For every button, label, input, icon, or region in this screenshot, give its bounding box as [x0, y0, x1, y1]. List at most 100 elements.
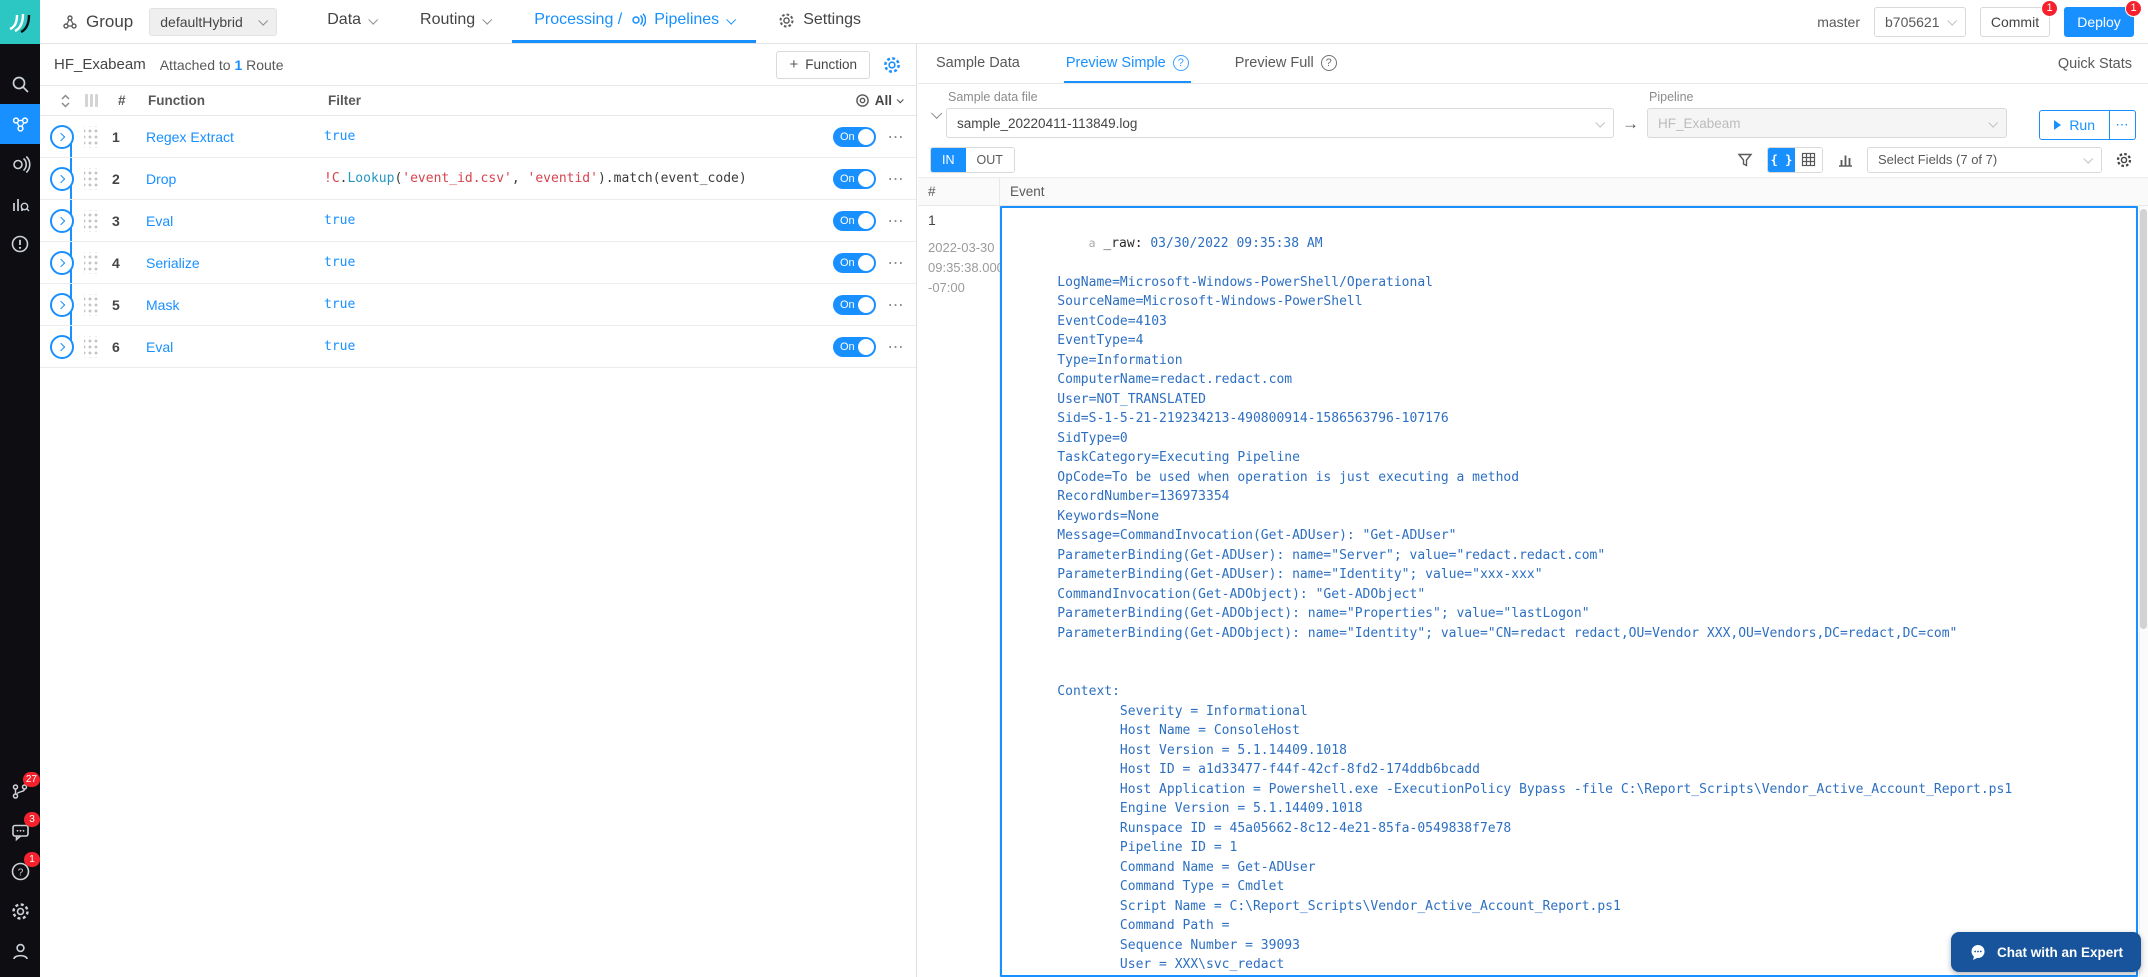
- drag-handle[interactable]: [84, 293, 98, 316]
- sidebar-item-git[interactable]: 27: [0, 771, 40, 811]
- sidebar-item-pipelines[interactable]: [0, 104, 40, 144]
- pipeline-settings-gear-icon[interactable]: [882, 55, 902, 75]
- expand-function-button[interactable]: [50, 250, 74, 275]
- commit-id-select[interactable]: b705621: [1874, 6, 1966, 37]
- gear-icon: [10, 901, 31, 922]
- group-select[interactable]: defaultHybrid: [149, 7, 278, 36]
- nav-routing[interactable]: Routing: [398, 0, 512, 43]
- chart-view-icon[interactable]: [1833, 148, 1857, 172]
- grid-header-event: Event: [1010, 184, 1045, 199]
- run-button[interactable]: Run: [2039, 110, 2110, 140]
- row-menu-button[interactable]: ⋯: [876, 337, 916, 357]
- drag-handle[interactable]: [84, 167, 98, 190]
- drag-handle[interactable]: [84, 125, 98, 148]
- quick-stats-link[interactable]: Quick Stats: [2058, 44, 2132, 83]
- scrollbar-thumb[interactable]: [2140, 209, 2147, 629]
- expand-function-button[interactable]: [50, 292, 74, 317]
- sidebar-item-profile[interactable]: [0, 931, 40, 971]
- table-view-button[interactable]: [1795, 147, 1822, 172]
- sidebar-item-chat[interactable]: 3: [0, 811, 40, 851]
- pipeline-select[interactable]: HF_Exabeam: [1647, 108, 2007, 138]
- function-on-toggle[interactable]: On: [833, 294, 876, 315]
- nav-data[interactable]: Data: [305, 0, 398, 43]
- row-menu-button[interactable]: ⋯: [876, 211, 916, 231]
- function-name[interactable]: Eval: [146, 339, 324, 355]
- raw-field-line: a _raw: 03/30/2022 09:35:38 AM: [1026, 214, 2128, 273]
- preview-tabs: Sample Data Preview Simple ? Preview Ful…: [918, 44, 2148, 84]
- log-line: Message=CommandInvocation(Get-ADUser): "…: [1026, 528, 1457, 543]
- function-on-toggle[interactable]: On: [833, 252, 876, 273]
- cribl-logo[interactable]: [0, 0, 40, 44]
- function-name[interactable]: Regex Extract: [146, 129, 324, 145]
- filter-token: Lookup: [347, 171, 395, 186]
- sidebar-item-monitoring[interactable]: [0, 184, 40, 224]
- tab-sample-data[interactable]: Sample Data: [934, 44, 1022, 83]
- drag-handle[interactable]: [84, 209, 98, 232]
- expand-function-button[interactable]: [50, 166, 74, 191]
- function-name[interactable]: Eval: [146, 213, 324, 229]
- tab-preview-simple[interactable]: Preview Simple ?: [1063, 44, 1191, 83]
- select-fields-dropdown[interactable]: Select Fields (7 of 7): [1867, 146, 2102, 173]
- collapse-chevron-icon[interactable]: [926, 107, 946, 119]
- out-toggle[interactable]: OUT: [965, 147, 1014, 172]
- search-icon: [11, 75, 30, 94]
- function-name[interactable]: Drop: [146, 171, 324, 187]
- run-more-button[interactable]: ⋯: [2110, 110, 2136, 140]
- deploy-button[interactable]: Deploy 1: [2064, 0, 2142, 37]
- row-menu-button[interactable]: ⋯: [876, 253, 916, 273]
- function-number: 2: [112, 170, 120, 187]
- preview-settings-gear-icon[interactable]: [2112, 148, 2136, 172]
- chat-with-expert-button[interactable]: Chat with an Expert: [1950, 932, 2141, 972]
- row-menu-button[interactable]: ⋯: [876, 169, 916, 189]
- preview-toolbar: IN OUT { } Select Fields (7 of 7): [918, 142, 2148, 178]
- function-row: 3 Eval true On ⋯: [40, 200, 916, 242]
- group-section: Group: [62, 0, 133, 43]
- sort-icon[interactable]: [52, 93, 78, 108]
- function-name[interactable]: Mask: [146, 297, 324, 313]
- add-function-button[interactable]: + Function: [776, 50, 870, 79]
- log-line: ParameterBinding(Get-ADObject): name="Pr…: [1026, 606, 1590, 621]
- tab-preview-full[interactable]: Preview Full ?: [1233, 44, 1339, 83]
- sidebar-item-knowledge[interactable]: [0, 144, 40, 184]
- chevron-down-icon: [2083, 153, 2094, 164]
- commit-button[interactable]: Commit 1: [1980, 0, 2058, 37]
- row-menu-button[interactable]: ⋯: [876, 295, 916, 315]
- sample-file-select[interactable]: sample_20220411-113849.log: [946, 108, 1614, 138]
- filter-funnel-icon[interactable]: [1733, 148, 1757, 172]
- function-on-toggle[interactable]: On: [833, 210, 876, 231]
- sidebar-item-search[interactable]: [0, 64, 40, 104]
- function-filter: true: [324, 129, 833, 144]
- log-line: RecordNumber=136973354: [1026, 489, 1230, 504]
- function-name[interactable]: Serialize: [146, 255, 324, 271]
- visibility-filter-all[interactable]: All: [855, 93, 904, 108]
- select-fields-value: Select Fields (7 of 7): [1878, 152, 1998, 167]
- sidebar-item-help[interactable]: 1 ?: [0, 851, 40, 891]
- raw-field-key[interactable]: _raw:: [1103, 236, 1142, 251]
- help-question-icon[interactable]: ?: [1172, 54, 1189, 71]
- attached-count[interactable]: 1: [234, 57, 242, 73]
- function-filter: true: [324, 339, 833, 354]
- expand-function-button[interactable]: [50, 208, 74, 233]
- function-on-toggle[interactable]: On: [833, 126, 876, 147]
- row-menu-button[interactable]: ⋯: [876, 127, 916, 147]
- expand-function-button[interactable]: [50, 124, 74, 149]
- function-on-toggle[interactable]: On: [833, 168, 876, 189]
- quick-stats-label: Quick Stats: [2057, 55, 2132, 72]
- drag-handle[interactable]: [84, 335, 98, 358]
- caret-down-icon: [896, 96, 904, 104]
- sidebar-item-notifications[interactable]: [0, 224, 40, 264]
- drag-handle[interactable]: [84, 251, 98, 274]
- grid-header-num: #: [918, 178, 1000, 205]
- toggle-label: On: [840, 172, 855, 185]
- help-question-icon[interactable]: ?: [1320, 54, 1337, 71]
- in-toggle[interactable]: IN: [931, 147, 966, 172]
- nav-processing-pipelines[interactable]: Processing / Pipelines: [512, 0, 757, 43]
- function-on-toggle[interactable]: On: [833, 336, 876, 357]
- expand-function-button[interactable]: [50, 334, 74, 359]
- nav-settings[interactable]: Settings: [756, 0, 883, 43]
- json-view-button[interactable]: { }: [1768, 147, 1795, 172]
- sidebar-item-settings[interactable]: [0, 891, 40, 931]
- filter-token: true: [324, 129, 356, 144]
- event-raw-cell[interactable]: a _raw: 03/30/2022 09:35:38 AM LogName=M…: [1000, 206, 2138, 977]
